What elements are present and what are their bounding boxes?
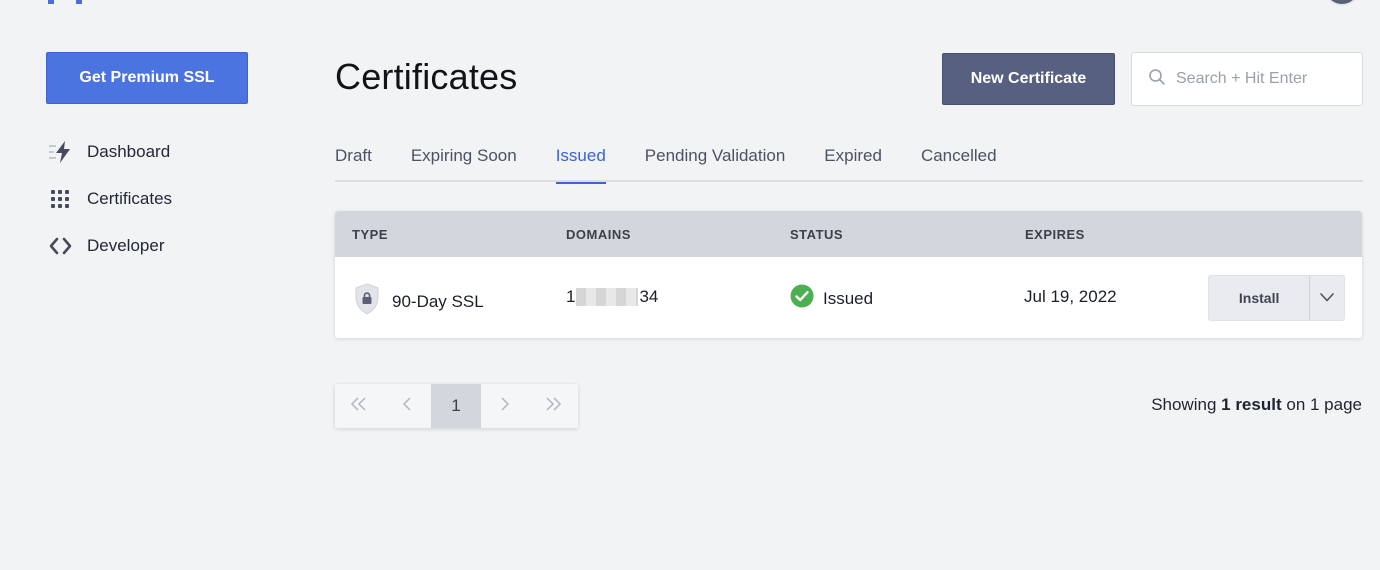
type-cell: 90-Day SSL — [354, 283, 484, 320]
status-badge: Issued — [823, 288, 874, 308]
code-icon — [48, 234, 74, 258]
status-cell: Issued — [790, 284, 873, 313]
expires-date: Jul 19, 2022 — [1024, 287, 1117, 306]
status-tabs: Draft Expiring Soon Issued Pending Valid… — [335, 140, 1363, 184]
sidebar-item-developer[interactable]: Developer — [48, 234, 172, 258]
tab-pending-validation[interactable]: Pending Validation — [645, 140, 786, 182]
install-dropdown-toggle[interactable] — [1310, 276, 1344, 320]
certificates-table: TYPE DOMAINS STATUS EXPIRES 90-Day SSL 1… — [335, 211, 1362, 338]
column-header-type: TYPE — [352, 227, 388, 242]
install-button[interactable]: Install — [1209, 276, 1311, 320]
first-page-button[interactable] — [335, 384, 383, 428]
chevron-down-icon — [1320, 289, 1334, 307]
result-prefix: Showing — [1151, 395, 1217, 414]
page-number-current[interactable]: 1 — [431, 384, 481, 428]
double-chevron-right-icon — [544, 396, 562, 416]
tab-expiring-soon[interactable]: Expiring Soon — [411, 140, 517, 182]
get-premium-ssl-button[interactable]: Get Premium SSL — [46, 52, 248, 104]
result-suffix: on 1 page — [1286, 395, 1362, 414]
sidebar-item-label: Dashboard — [87, 142, 171, 161]
table-row[interactable]: 90-Day SSL 1 34 Issued Jul 19, 2022 Inst… — [335, 257, 1362, 338]
column-header-domains: DOMAINS — [566, 227, 631, 242]
double-chevron-left-icon — [350, 396, 368, 416]
tab-issued[interactable]: Issued — [555, 140, 606, 184]
grid-icon — [48, 187, 74, 211]
search-icon — [1148, 68, 1166, 91]
new-certificate-button[interactable]: New Certificate — [942, 53, 1115, 105]
page-title: Certificates — [335, 56, 518, 97]
certificate-type: 90-Day SSL — [392, 291, 484, 311]
redacted-block — [576, 288, 639, 306]
pagination: 1 — [335, 384, 578, 428]
sidebar-item-certificates[interactable]: Certificates — [48, 187, 172, 211]
previous-page-button[interactable] — [383, 384, 431, 428]
tab-draft[interactable]: Draft — [335, 140, 372, 182]
tab-expired[interactable]: Expired — [824, 140, 882, 182]
bolt-icon — [48, 140, 74, 164]
sidebar-item-label: Developer — [87, 236, 165, 255]
column-header-status: STATUS — [790, 227, 844, 242]
search-box[interactable] — [1131, 52, 1363, 106]
tab-cancelled[interactable]: Cancelled — [921, 140, 997, 182]
result-summary: Showing 1 result on 1 page — [1151, 395, 1362, 415]
column-header-expires: EXPIRES — [1025, 227, 1085, 242]
sidebar-item-label: Certificates — [87, 189, 173, 208]
logo[interactable] — [48, 0, 82, 4]
sidebar-nav: Dashboard Certificates Developer — [48, 140, 172, 281]
domain-start: 1 — [566, 287, 576, 306]
result-count: 1 result — [1221, 395, 1282, 414]
domain-end: 34 — [639, 287, 659, 306]
chevron-left-icon — [402, 396, 412, 416]
install-button-group: Install — [1208, 275, 1345, 321]
shield-lock-icon — [354, 283, 380, 320]
avatar[interactable] — [1323, 0, 1361, 6]
sidebar-item-dashboard[interactable]: Dashboard — [48, 140, 172, 164]
chevron-right-icon — [500, 396, 510, 416]
check-circle-icon — [790, 284, 814, 313]
last-page-button[interactable] — [529, 384, 577, 428]
table-header: TYPE DOMAINS STATUS EXPIRES — [335, 211, 1362, 257]
domain-cell: 1 34 — [566, 287, 658, 307]
search-input[interactable] — [1176, 70, 1346, 88]
next-page-button[interactable] — [481, 384, 529, 428]
